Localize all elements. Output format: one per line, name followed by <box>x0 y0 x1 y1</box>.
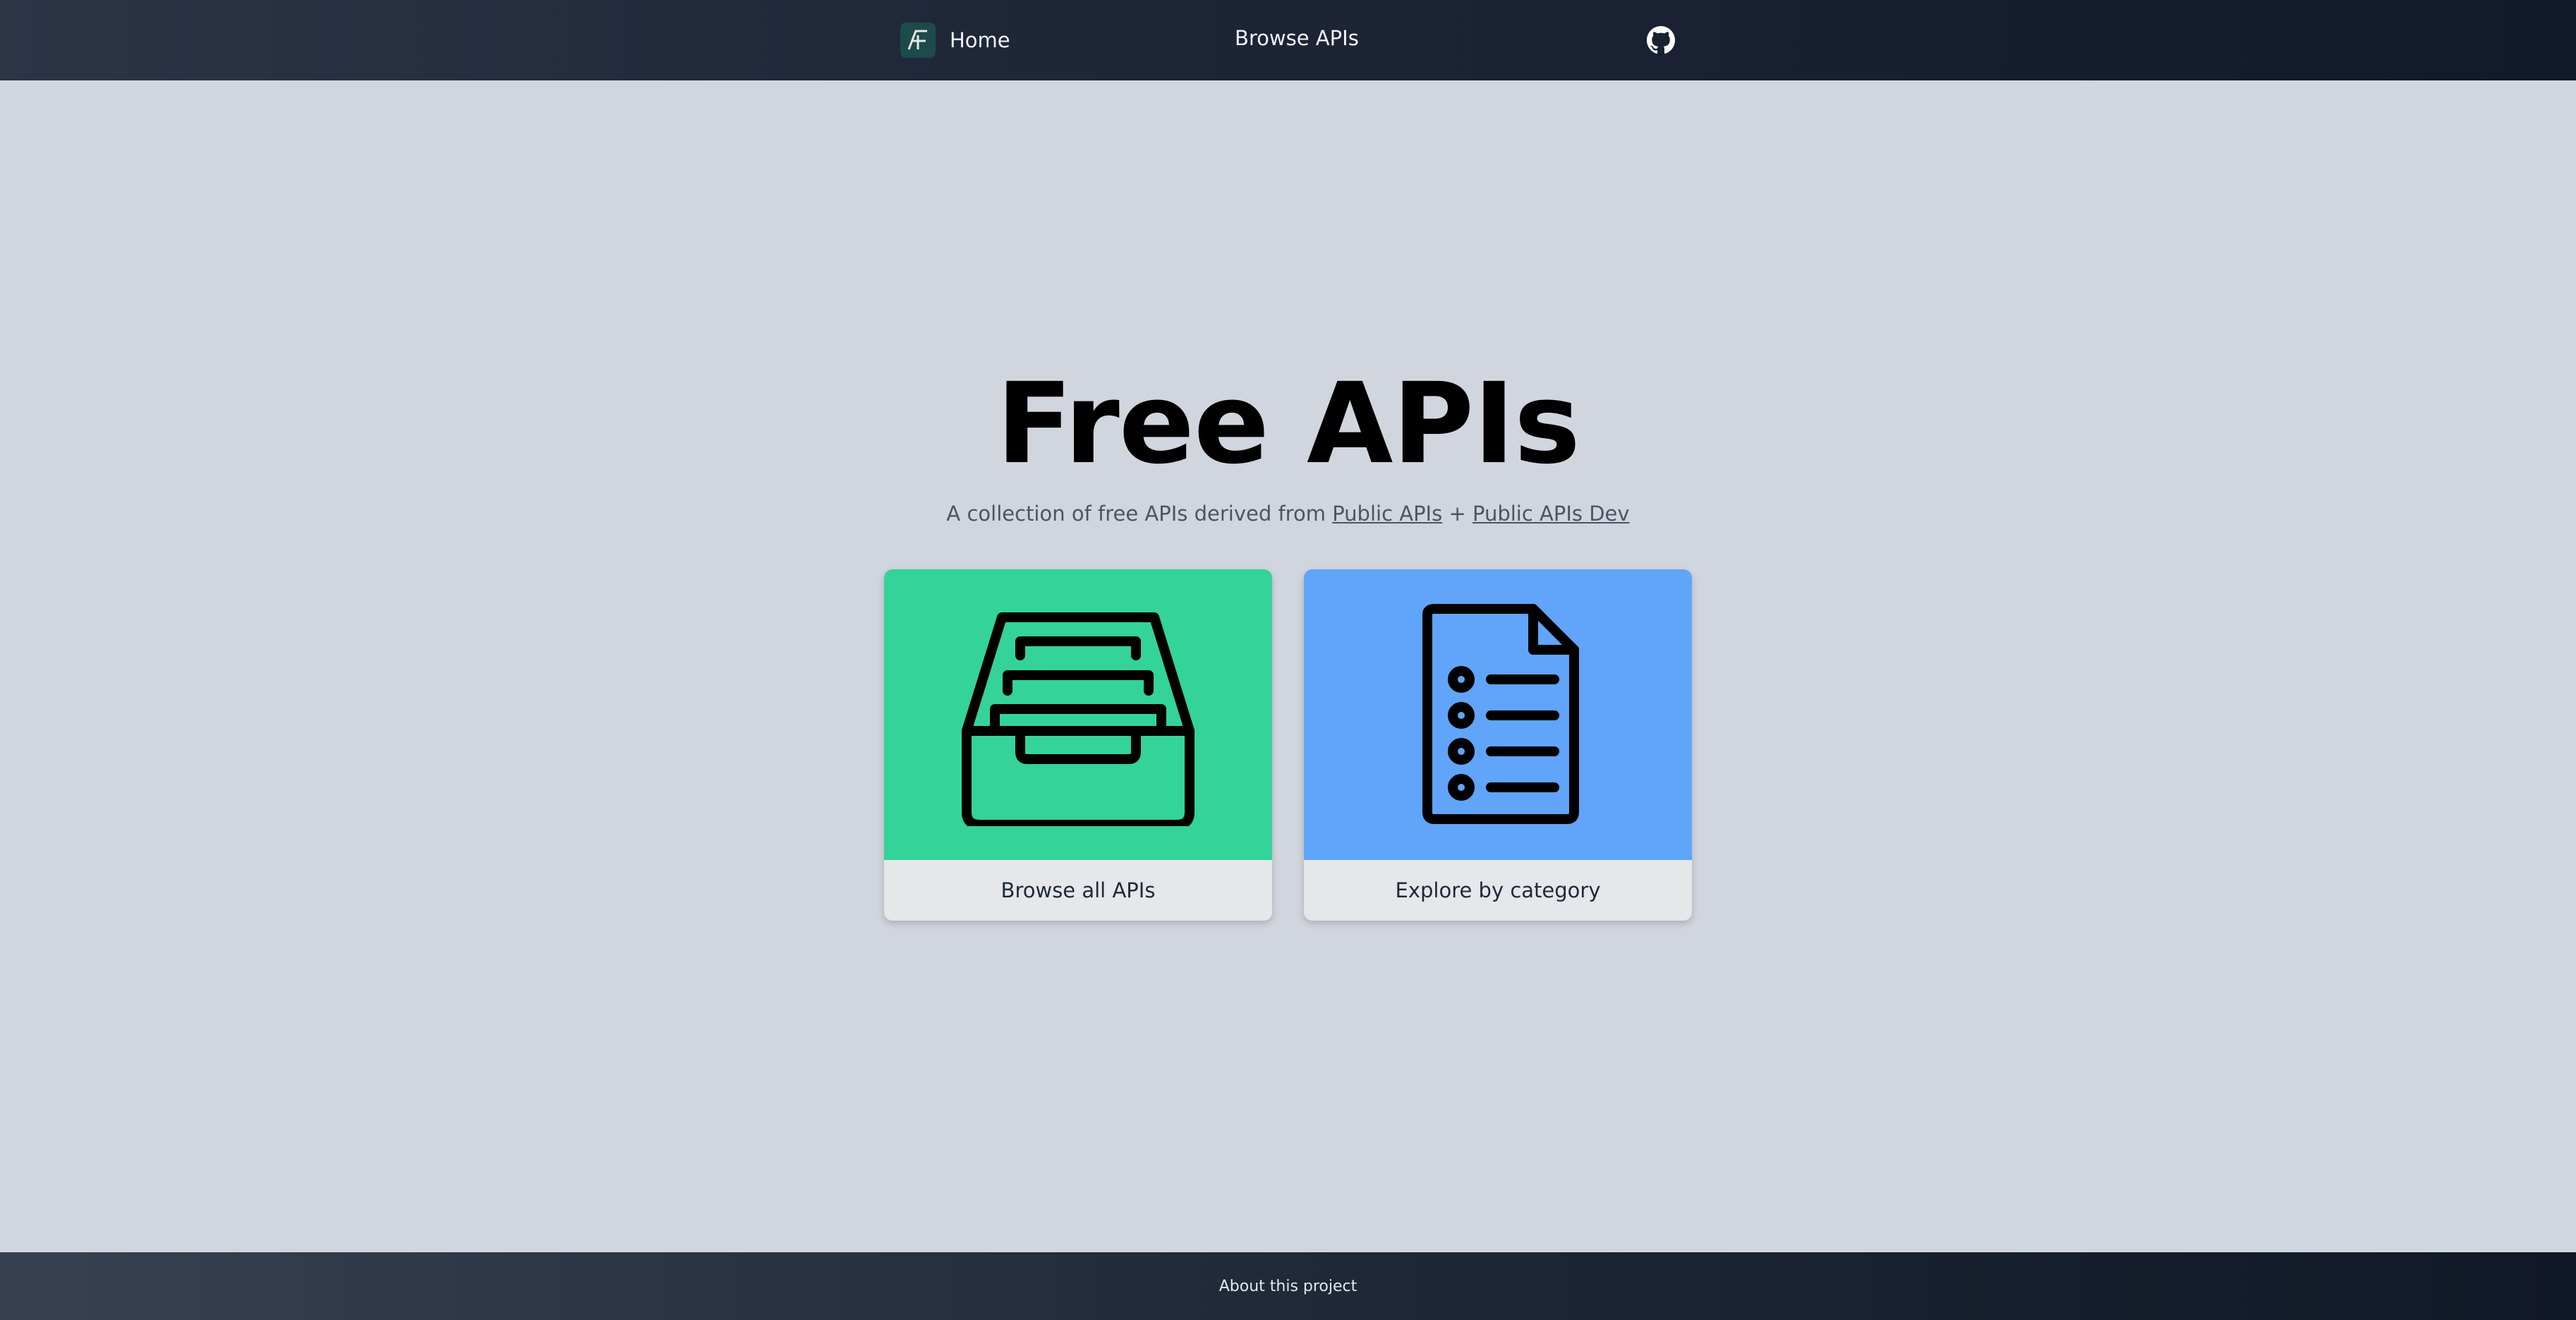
subtitle-text: A collection of free APIs derived from <box>946 502 1326 526</box>
about-project-link[interactable]: About this project <box>1219 1278 1357 1295</box>
public-apis-link[interactable]: Public APIs <box>1332 502 1442 526</box>
explore-card-media <box>1304 569 1692 860</box>
document-list-icon <box>1413 600 1583 829</box>
explore-by-category-card[interactable]: Explore by category <box>1304 569 1692 921</box>
subtitle-separator: + <box>1449 502 1466 526</box>
page-title: Free APIs <box>996 359 1580 489</box>
browse-card-media <box>884 569 1272 860</box>
page-subtitle: A collection of free APIs derived from P… <box>0 502 2576 526</box>
public-apis-dev-link[interactable]: Public APIs Dev <box>1473 502 1630 526</box>
page: Home Browse APIs Free APIs A collection … <box>0 0 2576 1320</box>
explore-card-label: Explore by category <box>1395 878 1601 902</box>
archive-inbox-icon <box>951 600 1205 830</box>
browse-card-label: Browse all APIs <box>1000 878 1156 902</box>
browse-all-apis-card[interactable]: Browse all APIs <box>884 569 1272 921</box>
free-apis-logo-icon <box>900 23 936 58</box>
nav-home-label: Home <box>950 28 1010 52</box>
nav-browse-apis-link[interactable]: Browse APIs <box>1235 28 1359 49</box>
footer: About this project <box>0 1252 2576 1320</box>
top-navbar: Home Browse APIs <box>0 0 2576 80</box>
nav-home-link[interactable]: Home <box>900 23 1010 58</box>
github-icon[interactable] <box>1647 26 1675 54</box>
